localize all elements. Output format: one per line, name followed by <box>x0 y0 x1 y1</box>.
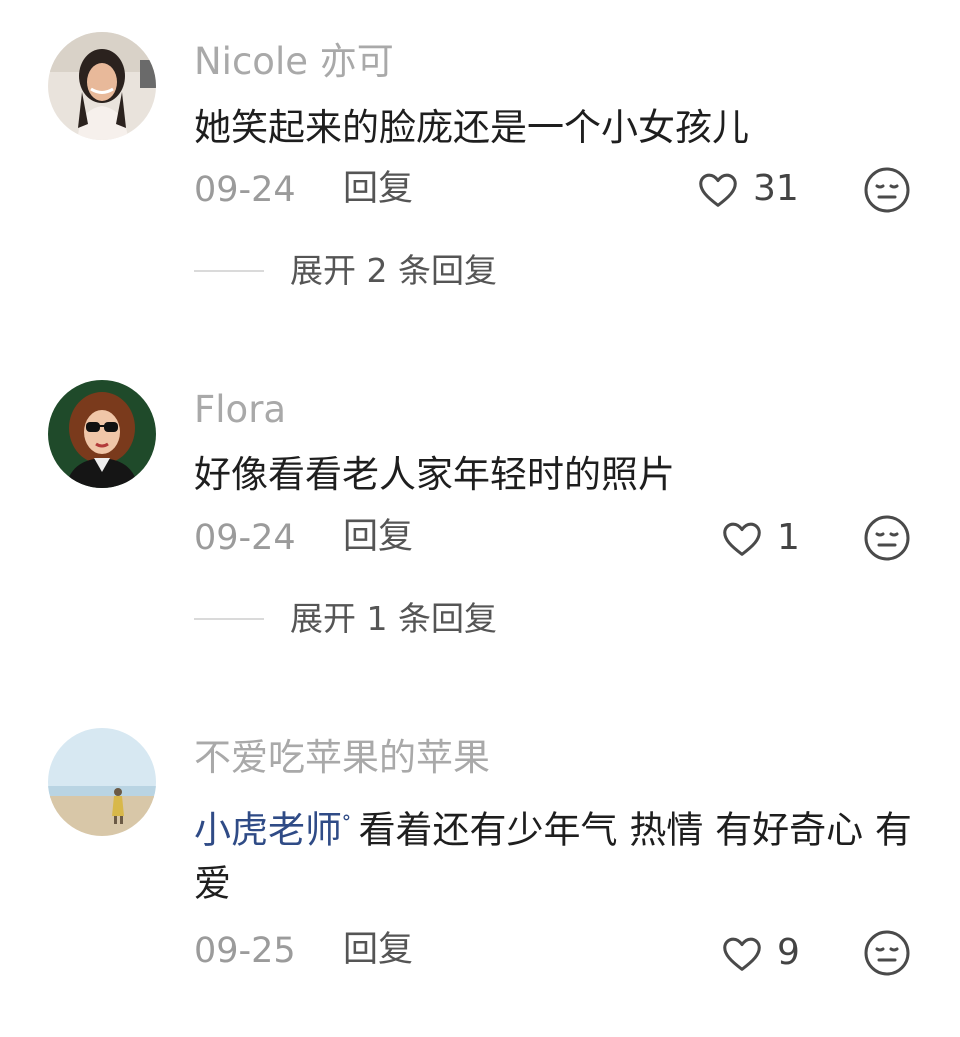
comment-username[interactable]: Flora <box>194 391 286 428</box>
avatar[interactable] <box>48 380 156 488</box>
neutral-face-icon[interactable] <box>863 514 911 562</box>
comment-body: 她笑起来的脸庞还是一个小女孩儿 <box>194 106 749 149</box>
comment-username[interactable]: Nicole 亦可 <box>194 43 394 80</box>
comment-text: 小虎老师ᐤ 看着还有少年气 热情 有好奇心 有爱 <box>194 796 924 911</box>
neutral-face-icon[interactable] <box>863 166 911 214</box>
avatar-illustration-icon <box>48 380 156 488</box>
heart-outline-icon <box>723 522 761 556</box>
comment-text: 好像看看老人家年轻时的照片 <box>194 448 924 502</box>
expand-replies-label: 展开 2 条回复 <box>290 251 497 290</box>
divider <box>194 617 264 620</box>
heart-outline-icon <box>699 173 737 207</box>
expand-replies-button[interactable]: 展开 1 条回复 <box>194 602 497 635</box>
comment-username[interactable]: 不爱吃苹果的苹果 <box>194 739 490 776</box>
like-count: 9 <box>777 932 800 973</box>
comment-date: 09-24 <box>194 170 296 210</box>
like-button[interactable]: 31 <box>695 166 799 212</box>
mention-link[interactable]: 小虎老师 <box>194 808 342 851</box>
like-button[interactable]: 1 <box>719 515 800 561</box>
comment-text: 她笑起来的脸庞还是一个小女孩儿 <box>194 101 924 155</box>
like-button[interactable]: 9 <box>719 930 800 976</box>
divider <box>194 269 264 272</box>
comment-date: 09-25 <box>194 931 296 971</box>
search-icon: ᐤ <box>342 810 351 835</box>
avatar-photo-icon <box>48 32 156 140</box>
reply-button[interactable]: 回复 <box>343 933 413 968</box>
expand-replies-button[interactable]: 展开 2 条回复 <box>194 254 497 287</box>
neutral-face-icon[interactable] <box>863 929 911 977</box>
like-count: 1 <box>777 517 800 558</box>
reply-button[interactable]: 回复 <box>343 520 413 555</box>
like-count: 31 <box>753 168 799 209</box>
reply-button[interactable]: 回复 <box>343 172 413 207</box>
comment-body: 好像看看老人家年轻时的照片 <box>194 453 675 496</box>
expand-replies-label: 展开 1 条回复 <box>290 599 497 638</box>
comment-date: 09-24 <box>194 518 296 558</box>
avatar-beach-icon <box>48 728 156 836</box>
avatar[interactable] <box>48 32 156 140</box>
heart-outline-icon <box>723 937 761 971</box>
avatar[interactable] <box>48 728 156 836</box>
